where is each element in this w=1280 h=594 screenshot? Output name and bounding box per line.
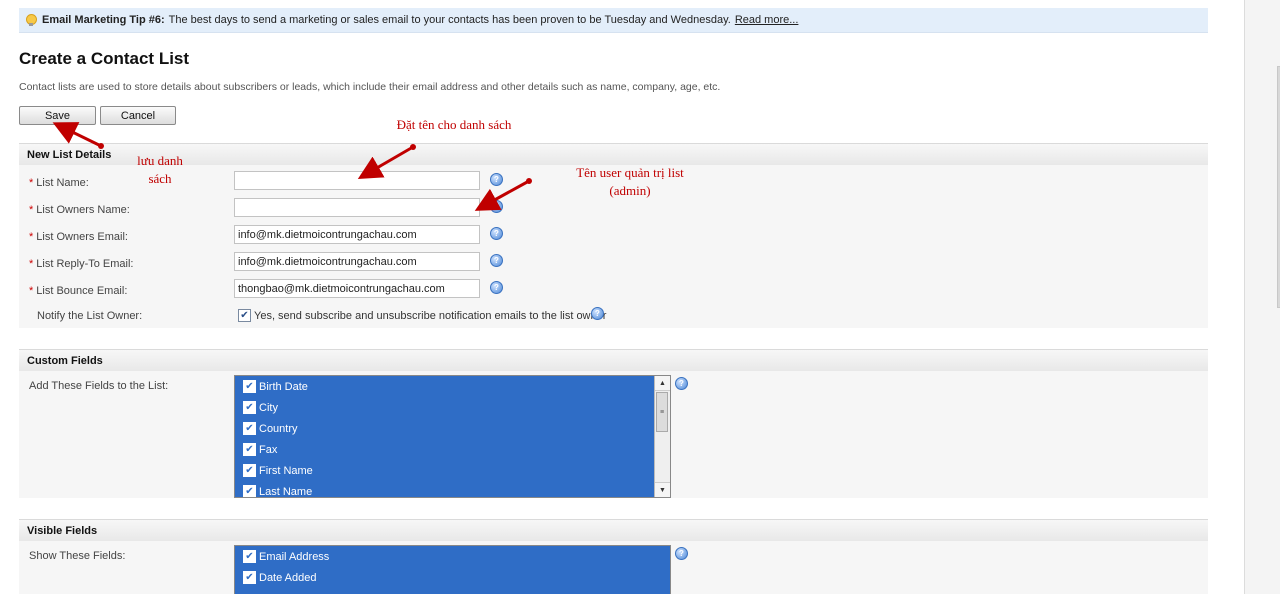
list-owner-arrow-dot — [526, 178, 532, 184]
annotation-arrows — [52, 122, 532, 211]
list-owner-arrow — [474, 179, 530, 211]
list-name-arrow — [357, 145, 414, 180]
list-name-arrow-dot — [410, 144, 416, 150]
save-arrow-dot — [98, 143, 104, 149]
save-arrow — [52, 122, 102, 148]
